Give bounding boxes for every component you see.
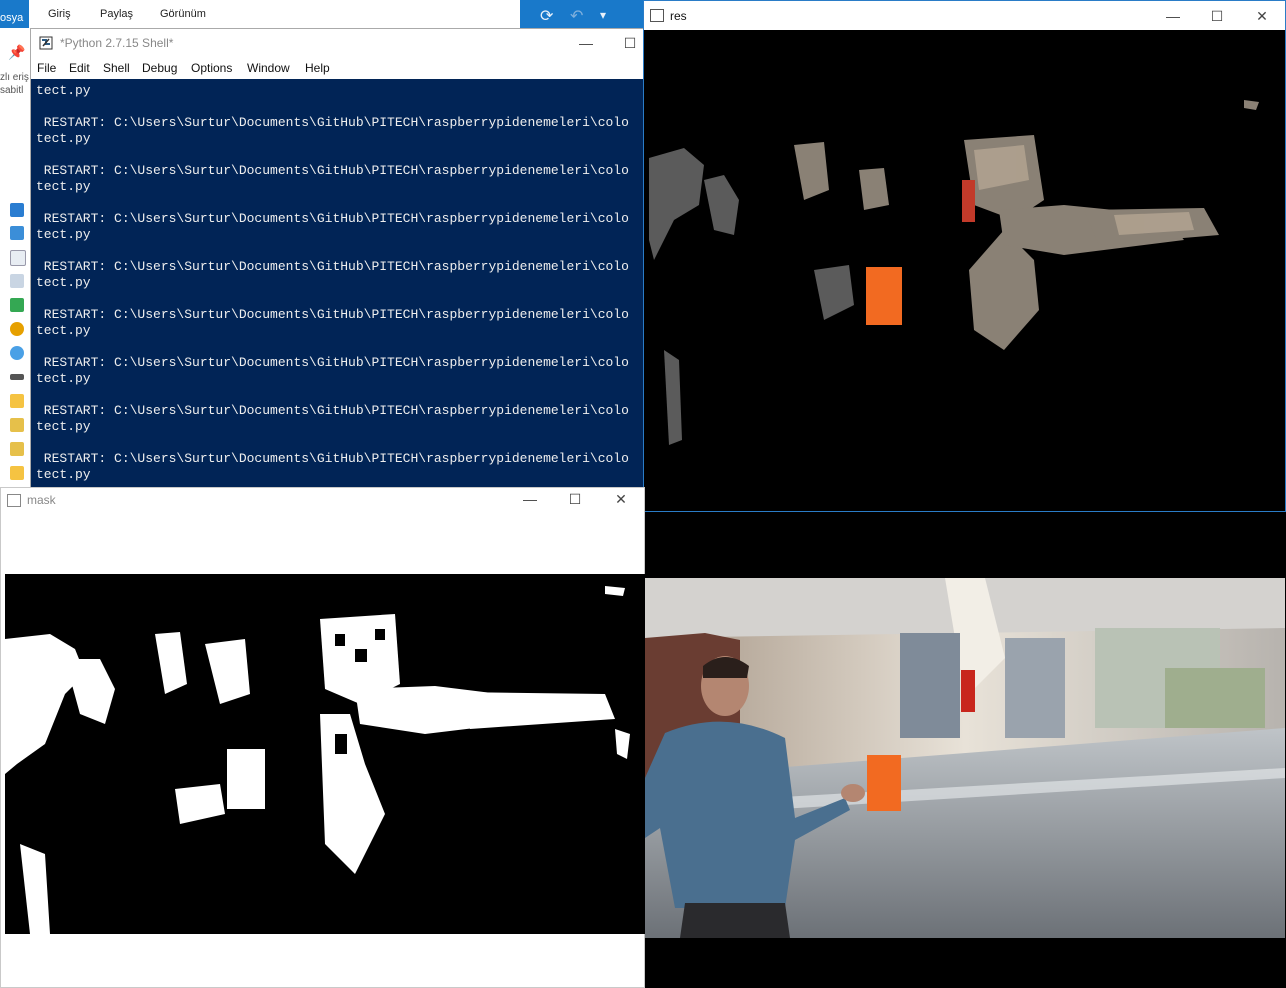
icloud-icon[interactable] <box>10 346 24 360</box>
window-app-icon <box>7 494 21 507</box>
mask-window: mask — ☐ ✕ <box>0 487 645 988</box>
res-title: res <box>670 9 687 23</box>
shell-console[interactable]: tect.py RESTART: C:\Users\Surtur\Documen… <box>31 79 644 487</box>
res-title-bar[interactable]: res — ☐ ✕ <box>644 1 1285 30</box>
shell-title-bar[interactable]: *Python 2.7.15 Shell* — ☐ <box>31 29 644 57</box>
shell-title: *Python 2.7.15 Shell* <box>60 36 174 50</box>
undo-icon[interactable]: ↶ <box>570 6 583 26</box>
quick-access-label-2: sabitl <box>0 85 24 96</box>
shell-maximize-button[interactable]: ☐ <box>619 32 641 54</box>
google-drive-icon[interactable] <box>10 298 24 312</box>
menu-options[interactable]: Options <box>191 61 232 75</box>
desktop-icon[interactable] <box>10 203 24 217</box>
menu-file[interactable]: File <box>37 61 56 75</box>
menu-window[interactable]: Window <box>247 61 290 75</box>
mask-image <box>5 574 645 934</box>
res-maximize-button[interactable]: ☐ <box>1206 5 1228 27</box>
res-window: res — ☐ ✕ <box>643 0 1286 512</box>
res-close-button[interactable]: ✕ <box>1251 5 1273 27</box>
res-image <box>644 30 1285 508</box>
mask-title: mask <box>27 493 56 507</box>
menu-help[interactable]: Help <box>305 61 330 75</box>
console-output: tect.py RESTART: C:\Users\Surtur\Documen… <box>36 83 629 482</box>
explorer-toolbar-strip: ⟳ ↶ ▾ <box>520 0 645 30</box>
camera-frame-image <box>645 578 1285 938</box>
folder-check-icon[interactable] <box>10 418 24 432</box>
dropdown-icon[interactable]: ▾ <box>600 8 606 22</box>
pictures-icon[interactable] <box>10 274 24 288</box>
window-app-icon <box>650 9 664 22</box>
drive-icon[interactable] <box>10 374 24 380</box>
ribbon-tab-file[interactable]: osya <box>0 0 30 28</box>
pin-icon[interactable]: 📌 <box>8 44 25 61</box>
ribbon-tab-view[interactable]: Görünüm <box>160 8 206 20</box>
folder-check-icon-2[interactable] <box>10 442 24 456</box>
downloads-icon[interactable] <box>10 226 24 240</box>
python-shell-window: *Python 2.7.15 Shell* — ☐ File Edit Shel… <box>30 28 645 488</box>
folder-icon[interactable] <box>10 394 24 408</box>
refresh-icon[interactable]: ⟳ <box>540 6 553 26</box>
res-minimize-button[interactable]: — <box>1162 5 1184 27</box>
menu-debug[interactable]: Debug <box>142 61 177 75</box>
mask-close-button[interactable]: ✕ <box>610 488 632 510</box>
mask-maximize-button[interactable]: ☐ <box>564 488 586 510</box>
shell-menubar: File Edit Shell Debug Options Window Hel… <box>31 57 644 79</box>
photos-icon[interactable] <box>10 322 24 336</box>
explorer-nav-pane: 📌 zlı eriş sabitl <box>0 28 30 490</box>
ribbon-tab-share[interactable]: Paylaş <box>100 8 133 20</box>
frame-window <box>645 517 1286 988</box>
documents-icon[interactable] <box>10 250 26 266</box>
python-idle-icon <box>39 36 53 50</box>
menu-shell[interactable]: Shell <box>103 61 130 75</box>
menu-edit[interactable]: Edit <box>69 61 90 75</box>
mask-minimize-button[interactable]: — <box>519 488 541 510</box>
shell-minimize-button[interactable]: — <box>575 32 597 54</box>
folder-icon-2[interactable] <box>10 466 24 480</box>
ribbon-tab-home[interactable]: Giriş <box>48 8 71 20</box>
mask-title-bar[interactable]: mask — ☐ ✕ <box>1 488 644 513</box>
quick-access-label-1: zlı eriş <box>0 72 29 83</box>
